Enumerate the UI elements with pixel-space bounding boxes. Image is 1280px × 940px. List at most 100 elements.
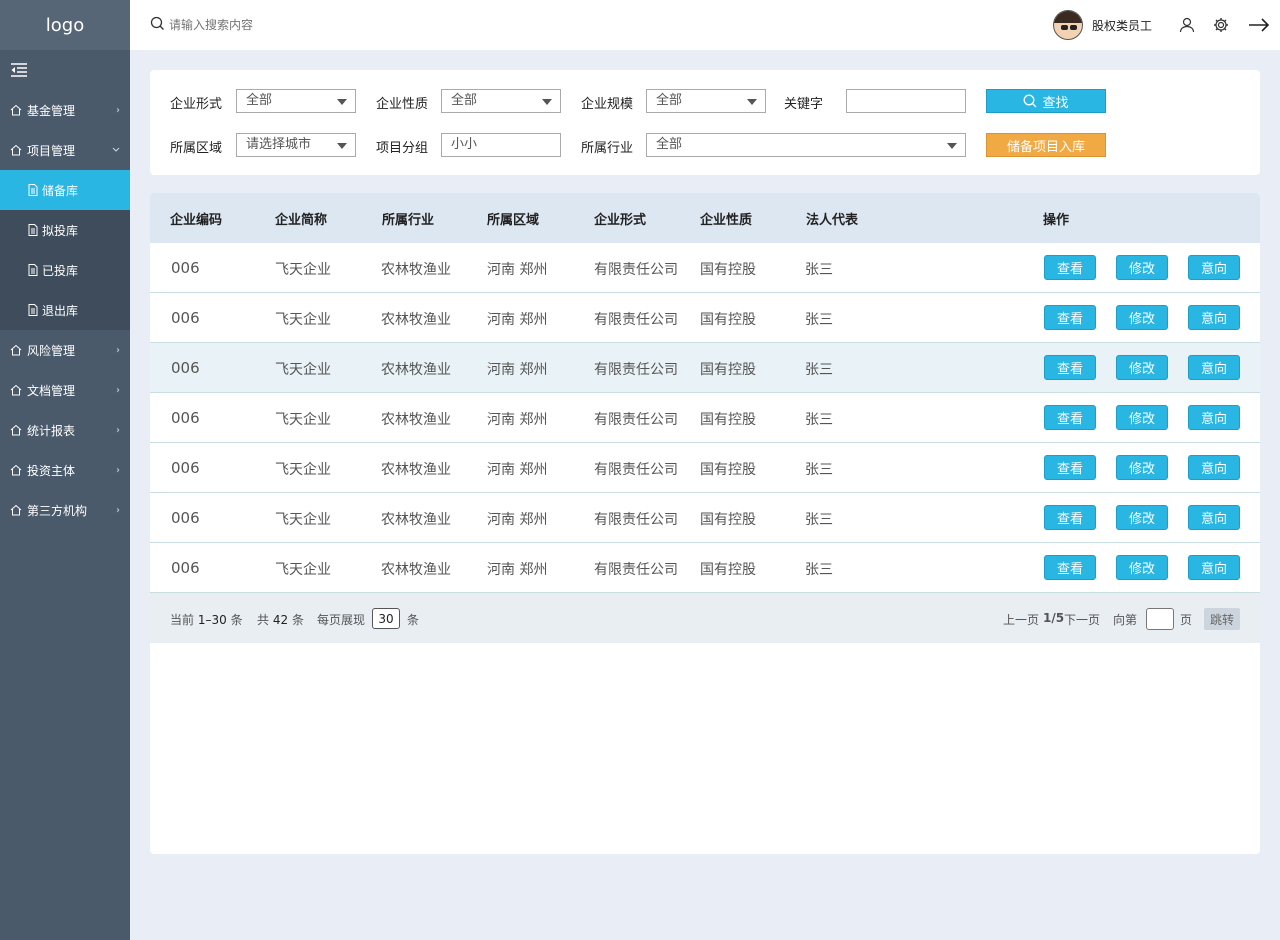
nature-select-value: 全部 (451, 93, 478, 108)
sidebar-item-third-party[interactable]: 第三方机构 › (0, 490, 130, 530)
store-project-button[interactable]: 储备项目入库 (986, 133, 1106, 157)
column-header: 法人代表 (806, 213, 859, 228)
chevron-right-icon: › (116, 464, 120, 476)
edit-button[interactable]: 修改 (1116, 455, 1168, 480)
industry-label: 所属行业 (581, 141, 634, 156)
cell-industry: 农林牧渔业 (381, 262, 451, 278)
view-button[interactable]: 查看 (1044, 505, 1096, 530)
user-icon[interactable] (1170, 17, 1204, 33)
form-select[interactable]: 全部 (236, 89, 356, 113)
column-header: 企业形式 (594, 213, 647, 228)
pager-current: 当前 1–30 条 (170, 611, 243, 628)
cell-nature: 国有控股 (700, 512, 756, 528)
menu-collapse-icon[interactable] (0, 50, 130, 90)
view-button[interactable]: 查看 (1044, 555, 1096, 580)
intent-button[interactable]: 意向 (1188, 455, 1240, 480)
view-button[interactable]: 查看 (1044, 355, 1096, 380)
next-page-link[interactable]: 下一页 (1064, 611, 1100, 628)
pager-text: 当前 (170, 613, 195, 627)
jump-button[interactable]: 跳转 (1204, 608, 1240, 630)
view-button[interactable]: 查看 (1044, 255, 1096, 280)
cell-code: 006 (171, 359, 200, 377)
intent-button[interactable]: 意向 (1188, 555, 1240, 580)
cell-industry: 农林牧渔业 (381, 362, 451, 378)
cell-form: 有限责任公司 (594, 312, 678, 328)
edit-button[interactable]: 修改 (1116, 255, 1168, 280)
cell-name: 飞天企业 (275, 312, 331, 328)
keyword-label: 关键字 (784, 97, 824, 112)
chevron-right-icon: › (116, 504, 120, 516)
edit-button[interactable]: 修改 (1116, 305, 1168, 330)
per-page-select[interactable]: 30 (372, 608, 400, 629)
sidebar-item-label: 项目管理 (27, 143, 76, 158)
cell-name: 飞天企业 (275, 462, 331, 478)
region-select-placeholder: 请选择城市 (246, 137, 312, 152)
column-header: 所属行业 (382, 213, 435, 228)
intent-button[interactable]: 意向 (1188, 405, 1240, 430)
view-button[interactable]: 查看 (1044, 455, 1096, 480)
cell-legal: 张三 (805, 312, 833, 328)
cell-nature: 国有控股 (700, 362, 756, 378)
sidebar-subitem-reserve[interactable]: 储备库 (0, 170, 130, 210)
keyword-input[interactable] (846, 89, 966, 113)
group-input[interactable]: 小小 (441, 133, 561, 157)
table-body: 006 飞天企业 农林牧渔业 河南 郑州 有限责任公司 国有控股 张三 查看 修改 意向 006 飞天… (150, 243, 1260, 593)
find-button[interactable]: 查找 (986, 89, 1106, 113)
region-label: 所属区域 (170, 141, 223, 156)
avatar[interactable] (1052, 10, 1083, 40)
pager-total-count: 42 (272, 613, 289, 627)
cell-nature: 国有控股 (700, 412, 756, 428)
sidebar-item-reports[interactable]: 统计报表 › (0, 410, 130, 450)
region-select[interactable]: 请选择城市 (236, 133, 356, 157)
intent-button[interactable]: 意向 (1188, 505, 1240, 530)
sidebar-item-label: 统计报表 (27, 423, 76, 438)
edit-button[interactable]: 修改 (1116, 405, 1168, 430)
cell-region: 河南 郑州 (487, 412, 548, 428)
nature-select[interactable]: 全部 (441, 89, 561, 113)
gear-icon[interactable] (1204, 17, 1238, 33)
edit-button[interactable]: 修改 (1116, 355, 1168, 380)
view-button[interactable]: 查看 (1044, 405, 1096, 430)
search-input[interactable] (169, 18, 369, 32)
industry-select[interactable]: 全部 (646, 133, 966, 157)
edit-button[interactable]: 修改 (1116, 505, 1168, 530)
logo: logo (0, 0, 130, 50)
sidebar-item-risk[interactable]: 风险管理 › (0, 330, 130, 370)
view-button[interactable]: 查看 (1044, 305, 1096, 330)
intent-button[interactable]: 意向 (1188, 305, 1240, 330)
sidebar-item-project[interactable]: 项目管理 (0, 130, 130, 170)
sidebar-subitem-planned[interactable]: 拟投库 (0, 210, 130, 250)
cell-legal: 张三 (805, 362, 833, 378)
cell-region: 河南 郑州 (487, 462, 548, 478)
sidebar-subitem-exit[interactable]: 退出库 (0, 290, 130, 330)
sidebar-item-investors[interactable]: 投资主体 › (0, 450, 130, 490)
sidebar: logo 基金管理 › 项目管理 储备库 拟投库 已投库 退出库 风险管理 › … (0, 0, 130, 940)
intent-button[interactable]: 意向 (1188, 255, 1240, 280)
sidebar-subitem-invested[interactable]: 已投库 (0, 250, 130, 290)
sidebar-item-fund[interactable]: 基金管理 › (0, 90, 130, 130)
logout-icon[interactable] (1238, 17, 1280, 33)
goto-label: 向第 (1113, 613, 1138, 627)
cell-industry: 农林牧渔业 (381, 312, 451, 328)
cell-code: 006 (171, 459, 200, 477)
cell-legal: 张三 (805, 512, 833, 528)
document-icon (28, 304, 38, 316)
cell-industry: 农林牧渔业 (381, 512, 451, 528)
dropdown-arrow-icon (337, 99, 347, 105)
edit-button[interactable]: 修改 (1116, 555, 1168, 580)
column-header: 操作 (1043, 213, 1070, 228)
cell-form: 有限责任公司 (594, 262, 678, 278)
scale-select[interactable]: 全部 (646, 89, 766, 113)
sidebar-item-docs[interactable]: 文档管理 › (0, 370, 130, 410)
cell-industry: 农林牧渔业 (381, 462, 451, 478)
cell-form: 有限责任公司 (594, 562, 678, 578)
intent-button[interactable]: 意向 (1188, 355, 1240, 380)
cell-code: 006 (171, 559, 200, 577)
prev-page-link[interactable]: 上一页 (1003, 611, 1039, 628)
dropdown-arrow-icon (337, 143, 347, 149)
cell-form: 有限责任公司 (594, 462, 678, 478)
goto-suffix: 页 (1180, 613, 1193, 627)
home-icon (10, 344, 22, 356)
document-icon (28, 184, 38, 196)
goto-page-input[interactable] (1146, 608, 1174, 630)
